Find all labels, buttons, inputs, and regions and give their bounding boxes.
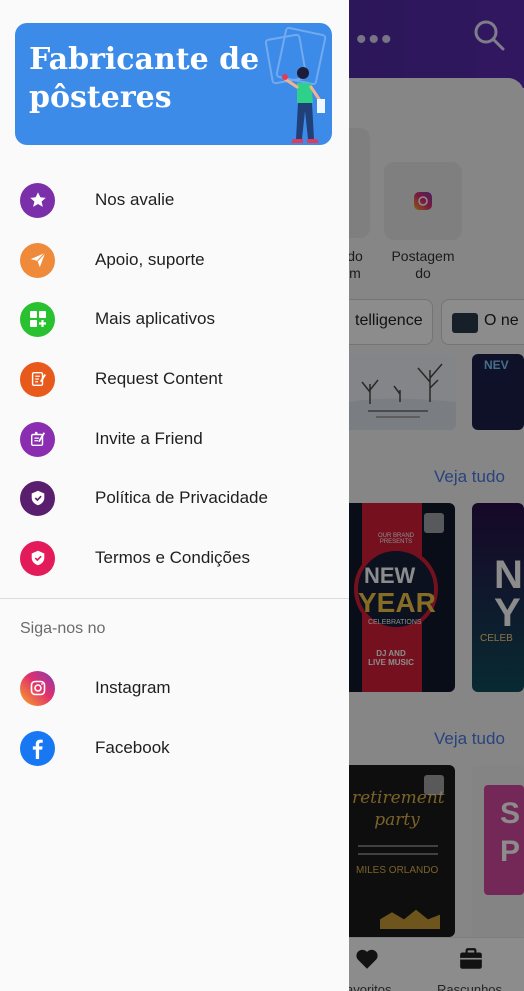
privacy-shield-icon: [20, 480, 55, 516]
menu-item-label: Instagram: [95, 678, 171, 697]
menu-divider: [0, 598, 349, 599]
menu-item-rate-us[interactable]: Nos avalie: [0, 172, 349, 228]
menu-item-invite-friend[interactable]: Invite a Friend: [0, 411, 349, 467]
send-icon: [20, 242, 55, 278]
banner-title: Fabricante de pôsteres: [29, 42, 260, 115]
menu-item-label: Request Content: [95, 369, 223, 388]
drawer-banner: Fabricante de pôsteres: [15, 23, 332, 145]
star-icon: [20, 182, 55, 218]
menu-item-terms[interactable]: Termos e Condições: [0, 530, 349, 586]
menu-item-support[interactable]: Apoio, suporte: [0, 232, 349, 288]
menu-item-request-content[interactable]: Request Content: [0, 351, 349, 407]
menu-item-label: Termos e Condições: [95, 548, 250, 567]
request-content-icon: [20, 361, 55, 397]
menu-item-label: Política de Privacidade: [95, 488, 268, 507]
facebook-icon: [20, 730, 55, 766]
terms-shield-icon: [20, 540, 55, 576]
person-illustration: [282, 67, 325, 143]
menu-item-more-apps[interactable]: Mais aplicativos: [0, 291, 349, 347]
menu-item-privacy-policy[interactable]: Política de Privacidade: [0, 470, 349, 526]
menu-item-label: Mais aplicativos: [95, 309, 215, 328]
navigation-drawer: Fabricante de pôsteres Nos avalie Apoio,…: [0, 0, 349, 991]
instagram-icon: [20, 670, 55, 706]
menu-item-label: Nos avalie: [95, 190, 175, 209]
menu-item-label: Facebook: [95, 738, 170, 757]
invite-friend-icon: [20, 421, 55, 457]
menu-item-facebook[interactable]: Facebook: [0, 720, 349, 776]
menu-item-instagram[interactable]: Instagram: [0, 660, 349, 716]
apps-plus-icon: [20, 301, 55, 337]
menu-item-label: Invite a Friend: [95, 429, 203, 448]
social-section-title: Siga-nos no: [20, 620, 106, 637]
menu-item-label: Apoio, suporte: [95, 250, 205, 269]
